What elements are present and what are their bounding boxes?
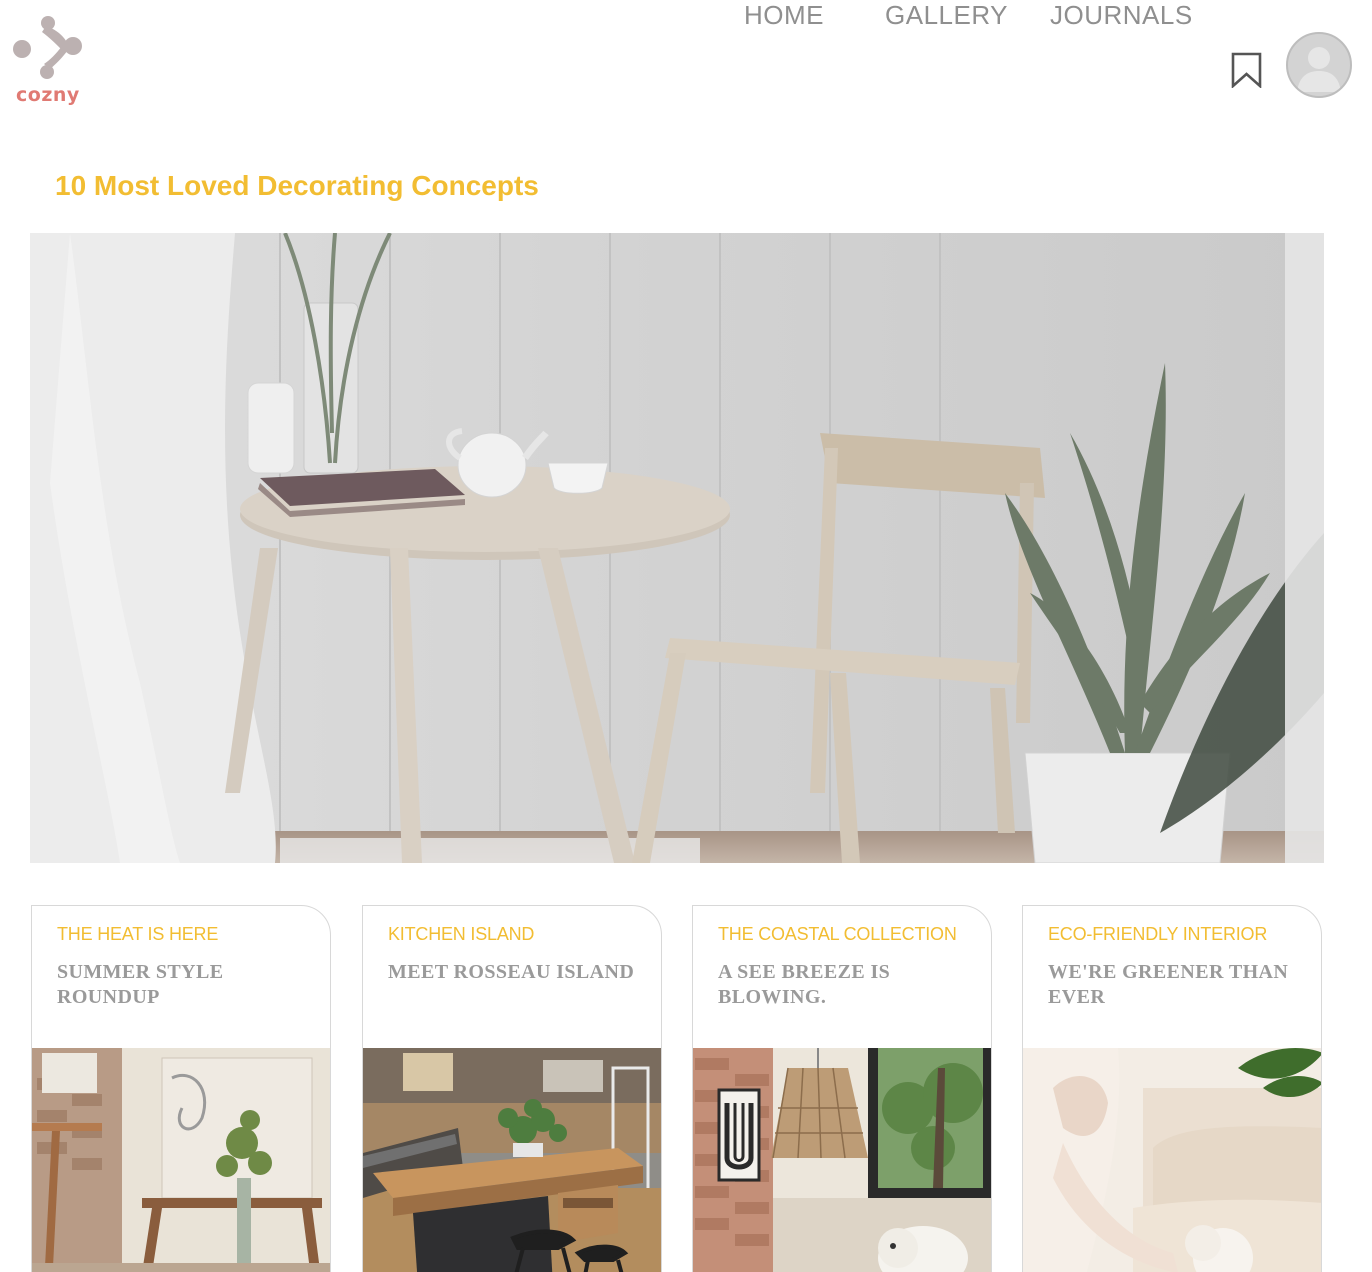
card-kicker: THE COASTAL COLLECTION bbox=[718, 924, 957, 944]
article-card-eco-friendly[interactable]: ECO-FRIENDLY INTERIOR WE'RE GREENER THAN… bbox=[1022, 905, 1322, 1272]
nav-journals-link[interactable]: JOURNALS bbox=[1050, 0, 1193, 40]
card-image bbox=[32, 1048, 330, 1272]
card-image bbox=[693, 1048, 991, 1272]
card-kicker: KITCHEN ISLAND bbox=[388, 924, 535, 944]
molecule-dots-logo-icon bbox=[13, 16, 82, 79]
featured-title[interactable]: 10 Most Loved Decorating Concepts bbox=[55, 170, 539, 202]
bookmark-icon bbox=[1231, 52, 1262, 89]
article-card-summer-style[interactable]: THE HEAT IS HERE SUMMER STYLE ROUNDUP bbox=[31, 905, 331, 1272]
user-avatar-icon bbox=[1297, 47, 1341, 92]
card-kicker: ECO-FRIENDLY INTERIOR bbox=[1048, 924, 1268, 944]
article-card-coastal-collection[interactable]: THE COASTAL COLLECTION A SEE BREEZE IS B… bbox=[692, 905, 992, 1272]
brick-wall-pendant-lamp-photo bbox=[693, 1048, 991, 1272]
card-title: SUMMER STYLE ROUNDUP bbox=[57, 961, 224, 1008]
user-avatar-button[interactable] bbox=[1286, 32, 1352, 98]
card-kicker: THE HEAT IS HERE bbox=[57, 924, 219, 944]
sofa-plant-pet-photo bbox=[1023, 1048, 1321, 1272]
studio-workbench-flowers-photo bbox=[32, 1048, 330, 1272]
kitchen-island-stools-photo bbox=[363, 1048, 661, 1272]
card-title: WE'RE GREENER THAN EVER bbox=[1048, 961, 1289, 1008]
logo[interactable]: cozny bbox=[10, 12, 88, 106]
nav-gallery-link[interactable]: GALLERY bbox=[885, 0, 1008, 40]
card-title: A SEE BREEZE IS BLOWING. bbox=[718, 961, 891, 1008]
featured-image[interactable] bbox=[30, 233, 1324, 863]
brand-name: cozny bbox=[16, 84, 80, 106]
card-image bbox=[363, 1048, 661, 1272]
dining-table-chair-plants-photo bbox=[30, 233, 1324, 863]
article-card-rosseau-island[interactable]: KITCHEN ISLAND MEET ROSSEAU ISLAND bbox=[362, 905, 662, 1272]
nav-home-link[interactable]: HOME bbox=[744, 0, 824, 40]
card-title: MEET ROSSEAU ISLAND bbox=[388, 961, 635, 983]
bookmarks-button[interactable] bbox=[1229, 52, 1265, 89]
card-image bbox=[1023, 1048, 1321, 1272]
